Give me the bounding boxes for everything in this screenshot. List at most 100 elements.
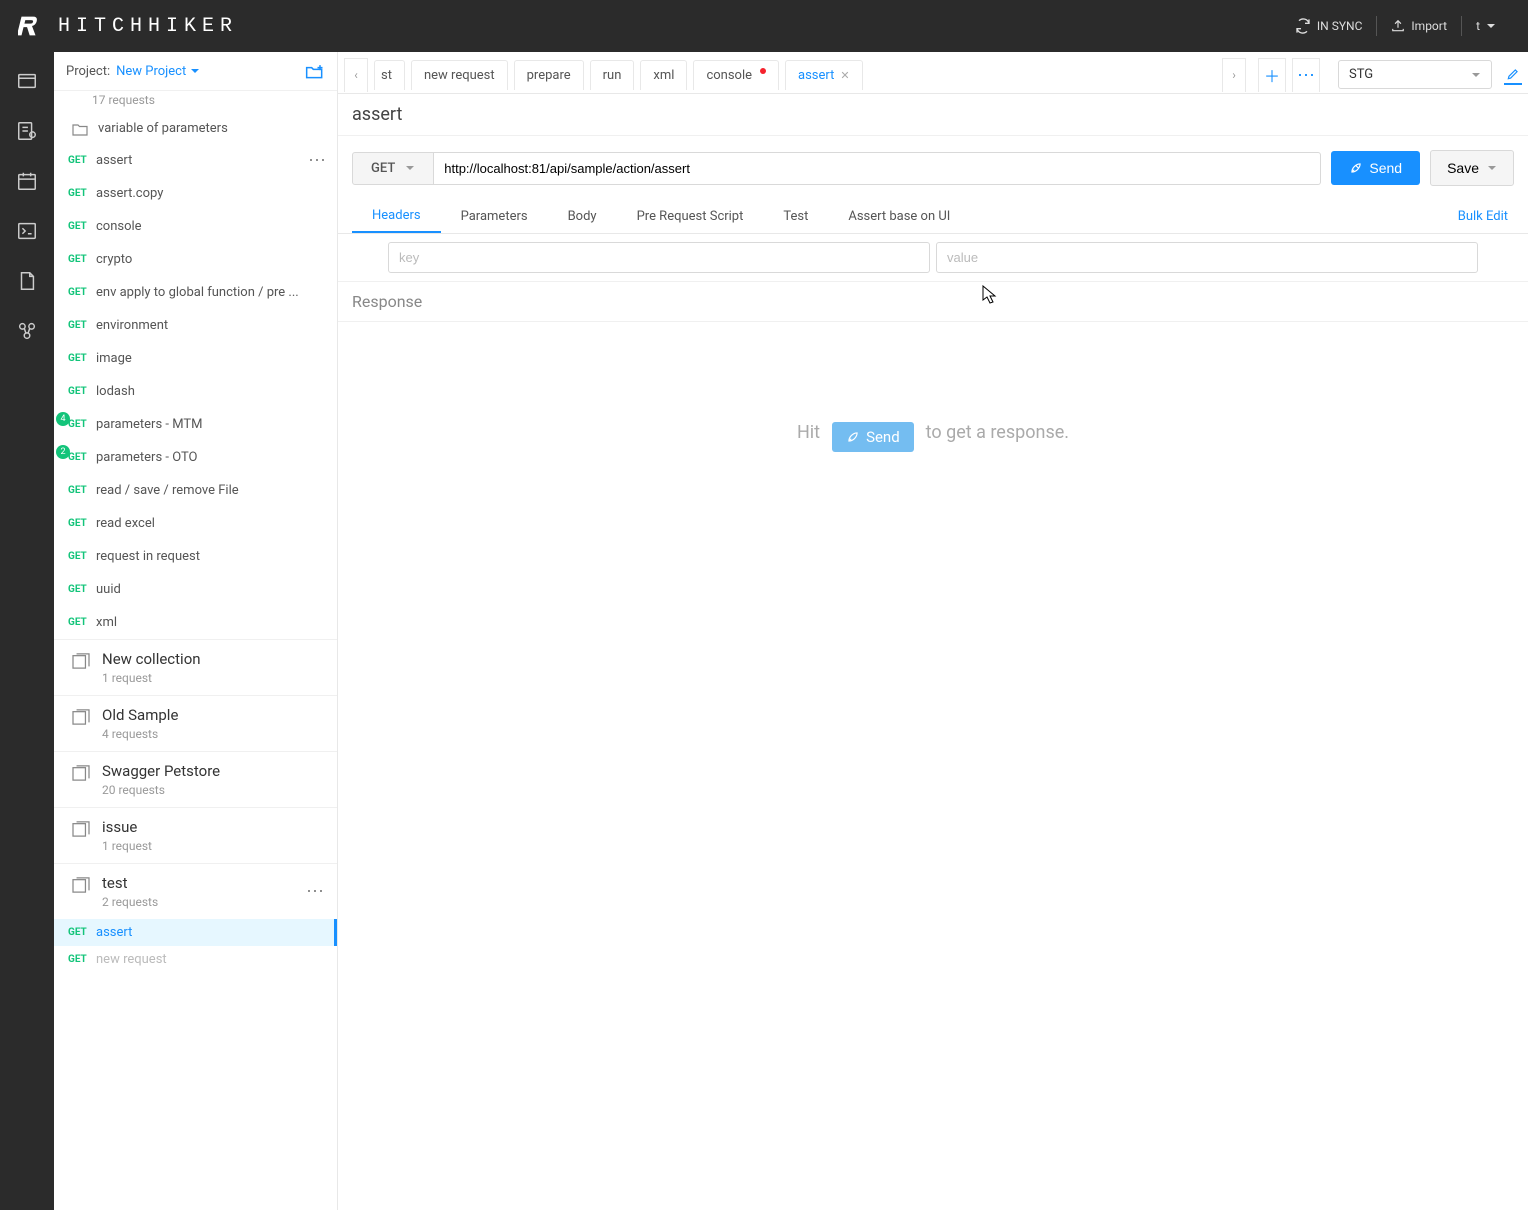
chevron-down-icon [405,163,415,173]
item-name: xml [96,615,308,630]
item-name: crypto [96,252,308,267]
collection-sub: 1 request [102,839,152,853]
sidebar-folder[interactable]: variable of parameters [54,113,337,144]
subtab[interactable]: Headers [352,200,441,233]
send-button[interactable]: Send [1331,151,1420,185]
method-label: GET [68,485,96,496]
item-name: lodash [96,384,308,399]
sidebar-item[interactable]: GETcrypto⋯ [54,243,337,276]
save-button[interactable]: Save [1430,150,1514,186]
add-collection-button[interactable] [305,62,325,80]
import-button[interactable]: Import [1377,0,1461,52]
sidebar-item[interactable]: GETuuid⋯ [54,573,337,606]
subtab[interactable]: Pre Request Script [617,201,764,232]
sidebar-item[interactable]: GETxml⋯ [54,606,337,639]
collection-title: New collection [102,650,201,668]
sidebar-item[interactable]: GETassert⋯ [54,144,337,177]
item-name: image [96,351,308,366]
method-select[interactable]: GET [352,152,434,185]
method-label: GET [68,452,96,463]
tabs-scroll-left[interactable]: ‹ [344,58,368,92]
bulk-edit-link[interactable]: Bulk Edit [1452,201,1514,232]
collection-icon [72,765,90,781]
tab[interactable]: console [693,60,779,90]
rail-api-icon[interactable] [16,320,38,342]
collection-sub: 2 requests [102,895,158,909]
collection-title: issue [102,818,152,836]
sidebar-collection[interactable]: Swagger Petstore20 requests [54,751,337,807]
count-badge: 4 [56,412,70,426]
sidebar-item[interactable]: GETnew request [54,946,337,973]
sidebar-item[interactable]: 4GETparameters - MTM⋯ [54,408,337,441]
rail-schedule-icon[interactable] [16,170,38,192]
tab[interactable]: new request [411,60,508,90]
tab-label: console [706,68,752,83]
sidebar-item[interactable]: GETlodash⋯ [54,375,337,408]
sidebar-item[interactable]: GETconsole⋯ [54,210,337,243]
requests-count: 17 requests [54,91,337,113]
tab[interactable]: run [590,60,635,90]
item-name: request in request [96,549,308,564]
item-name: new request [96,952,327,967]
nav-rail [0,52,54,1210]
sidebar-collection[interactable]: Old Sample4 requests [54,695,337,751]
sidebar-collection[interactable]: issue 1 request [54,807,337,863]
edit-environment-button[interactable] [1504,65,1522,85]
sidebar-item[interactable]: GETimage⋯ [54,342,337,375]
item-name: read excel [96,516,308,531]
item-more-icon[interactable]: ⋯ [308,150,327,171]
collection-icon [72,653,90,669]
subtab[interactable]: Body [548,201,617,232]
tab[interactable]: xml [640,60,687,90]
url-input[interactable] [434,152,1321,185]
tab-partial[interactable]: st [374,60,405,90]
method-label: GET [68,188,96,199]
upload-icon [1391,19,1405,33]
tabs-row: ‹ st new requestpreparerun xml console asse… [338,52,1528,94]
tabs-scroll-right[interactable]: › [1222,58,1246,92]
sidebar-item[interactable]: GETenv apply to global function / pre ..… [54,276,337,309]
rocket-icon [1349,161,1363,175]
rail-collections-icon[interactable] [16,70,38,92]
close-icon[interactable]: ✕ [840,69,849,82]
sidebar-item[interactable]: GETassert.copy⋯ [54,177,337,210]
response-placeholder: Hit Send to get a response. [338,322,1528,1210]
sidebar-item[interactable]: GETread excel⋯ [54,507,337,540]
item-name: read / save / remove File [96,483,308,498]
subtab[interactable]: Test [763,201,828,232]
project-label: Project: [66,64,110,79]
rail-doc-icon[interactable] [16,270,38,292]
sidebar-item[interactable]: 2GETparameters - OTO⋯ [54,441,337,474]
environment-select[interactable]: STG [1338,60,1492,89]
chevron-down-icon [1471,70,1481,80]
collection-more-icon[interactable]: ⋯ [306,881,325,902]
tab-label: xml [653,68,674,83]
tab[interactable]: assert ✕ [785,60,863,90]
rail-team-icon[interactable] [16,120,38,142]
tab-more-button[interactable]: ⋯ [1292,58,1320,92]
collection-icon [72,709,90,725]
collection-title: test [102,874,158,892]
subtab[interactable]: Parameters [441,201,548,232]
sidebar-item[interactable]: GETassert [54,919,337,946]
header-value-input[interactable] [936,242,1478,273]
tab[interactable]: prepare [514,60,584,90]
project-selector[interactable]: New Project [116,64,200,79]
collection-icon [72,821,90,837]
method-label: GET [68,584,96,595]
sidebar-collection[interactable]: New collection1 request [54,639,337,695]
chevron-down-icon [1486,21,1496,31]
sync-icon [1295,18,1311,34]
tab-label: assert [798,68,834,83]
sidebar-item[interactable]: GETenvironment⋯ [54,309,337,342]
sync-status[interactable]: IN SYNC [1281,0,1377,52]
response-send-hint[interactable]: Send [832,422,914,452]
sidebar-item[interactable]: GETread / save / remove File⋯ [54,474,337,507]
new-tab-button[interactable]: ＋ [1258,58,1286,92]
sidebar-collection[interactable]: test 2 requests ⋯ [54,863,337,919]
sidebar-item[interactable]: GETrequest in request⋯ [54,540,337,573]
user-menu[interactable]: t [1462,0,1510,52]
subtab[interactable]: Assert base on UI [828,201,970,232]
rail-stress-icon[interactable] [16,220,38,242]
header-key-input[interactable] [388,242,930,273]
